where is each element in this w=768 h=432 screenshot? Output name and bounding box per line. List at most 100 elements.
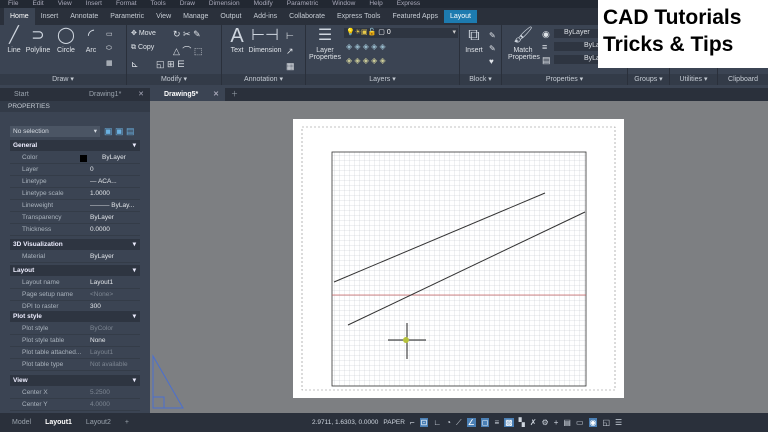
properties-panel-title[interactable]: Properties ▾ (502, 74, 627, 85)
property-value[interactable]: — ACA... (90, 176, 117, 188)
tab-layout[interactable]: Layout (443, 10, 477, 23)
mirror-icon[interactable]: △ ⌒ ⬚ (173, 44, 202, 57)
object-snap-icon[interactable]: ◻ (480, 418, 490, 427)
property-value[interactable]: ByColor (90, 323, 113, 335)
menu-insert[interactable]: Insert (86, 0, 102, 8)
menu-parametric[interactable]: Parametric (287, 0, 318, 8)
lineweight-icon[interactable]: ≡ (494, 418, 499, 427)
fullscreen-icon[interactable]: ◱ (602, 418, 610, 427)
menu-help[interactable]: Help (369, 0, 382, 8)
property-row[interactable]: Lineweight ——— ByLay... (10, 200, 140, 212)
layer-properties-button[interactable]: ☰ Layer Properties (308, 27, 342, 61)
layers-panel-title[interactable]: Layers ▾ (306, 74, 459, 85)
draw-panel-title[interactable]: Draw ▾ (0, 74, 126, 85)
selection-cycling-icon[interactable]: ▚ (519, 418, 525, 427)
color-dropdown[interactable]: ByLayer (554, 29, 604, 38)
property-row[interactable]: Transparency ByLayer (10, 212, 140, 224)
property-row[interactable]: Center Y 4.0000 (10, 399, 140, 411)
tab-home[interactable]: Home (4, 8, 35, 25)
property-row[interactable]: Layer 0 (10, 164, 140, 176)
doc-tab-start[interactable]: Start (0, 88, 75, 101)
clipboard-panel-title[interactable]: Clipboard (718, 74, 768, 85)
ellipse-icon[interactable]: ⬭ (106, 45, 112, 53)
snap-icon[interactable]: ⊡ (419, 418, 429, 427)
menu-format[interactable]: Format (116, 0, 137, 8)
property-row[interactable]: Material ByLayer (10, 251, 140, 263)
plus-icon[interactable]: + (554, 418, 559, 427)
section-general[interactable]: General (10, 140, 140, 151)
gear-icon[interactable]: ⚙ (542, 418, 549, 427)
menu-express[interactable]: Express (397, 0, 420, 8)
isodraft-icon[interactable]: ∠ (466, 418, 476, 427)
match-properties-button[interactable]: 🖌 Match Properties (508, 27, 540, 61)
arc-button[interactable]: ◜ Arc (80, 27, 102, 54)
drawing-canvas[interactable] (150, 101, 768, 413)
tab-express-tools[interactable]: Express Tools (331, 8, 386, 25)
lineweight-dropdown[interactable]: ByLayer (554, 42, 610, 51)
property-row[interactable]: Page setup name <None> (10, 289, 140, 301)
menu-view[interactable]: View (58, 0, 72, 8)
property-value[interactable]: ByLayer (90, 212, 114, 224)
property-row[interactable]: Thickness 0.0000 (10, 224, 140, 236)
utilities-panel-title[interactable]: Utilities ▾ (670, 74, 717, 85)
property-row[interactable]: Linetype scale 1.0000 (10, 188, 140, 200)
tab-insert[interactable]: Insert (35, 8, 65, 25)
annotation-icon[interactable]: ✗ (530, 418, 537, 427)
tab-collaborate[interactable]: Collaborate (283, 8, 331, 25)
line-button[interactable]: ╱ Line (4, 27, 24, 54)
menu-dimension[interactable]: Dimension (209, 0, 240, 8)
section-view[interactable]: View (10, 375, 140, 386)
menu-edit[interactable]: Edit (32, 0, 43, 8)
tab-output[interactable]: Output (214, 8, 247, 25)
new-tab-button[interactable]: ＋ (225, 88, 245, 101)
rotate-icon[interactable]: ↻ ✂ ✎ (173, 29, 201, 40)
rectangle-icon[interactable]: ▭ (106, 30, 113, 38)
hatch-icon[interactable]: ▦ (106, 59, 113, 67)
property-value[interactable]: ByLayer (90, 251, 114, 263)
isolate-icon[interactable]: ◉ (588, 418, 598, 427)
dimension-button[interactable]: ⊢⊣ Dimension (248, 27, 282, 54)
leader-icon[interactable]: ⊢ ↗ ▦ (286, 29, 295, 74)
close-icon[interactable]: ✕ (138, 88, 144, 101)
property-row[interactable]: Center X 5.2500 (10, 387, 140, 399)
monitor-icon[interactable]: ▭ (576, 418, 584, 427)
ortho-icon[interactable]: ∟ (433, 418, 441, 427)
tab-manage[interactable]: Manage (177, 8, 214, 25)
property-value[interactable]: 0.0000 (90, 224, 110, 236)
text-button[interactable]: A Text (226, 26, 248, 54)
block-tools-icon[interactable]: ✎ ✎ ♥ (489, 29, 496, 68)
layer-tools-icon[interactable]: ◈ ◈ ◈ ◈ ◈ (346, 42, 386, 51)
tab-parametric[interactable]: Parametric (104, 8, 150, 25)
osnap-tracking-icon[interactable]: ⟋ (456, 418, 462, 428)
property-value[interactable]: ——— ByLay... (90, 200, 134, 212)
block-panel-title[interactable]: Block ▾ (460, 74, 501, 85)
property-value[interactable]: <None> (90, 289, 113, 301)
property-row[interactable]: Plot table type Not available (10, 359, 140, 371)
quick-select-icons[interactable]: ▣ ▣ ▤ (104, 126, 135, 137)
transparency-icon[interactable]: ▩ (504, 418, 514, 427)
doc-tab-drawing5[interactable]: Drawing5* ✕ (150, 88, 225, 101)
circle-button[interactable]: ◯ Circle (54, 27, 78, 54)
property-value[interactable]: 1.0000 (90, 188, 110, 200)
linetype-dropdown[interactable]: ByLayer (554, 55, 610, 64)
layer-tools-icon-2[interactable]: ◈ ◈ ◈ ◈ ◈ (346, 56, 386, 65)
tab-layout2[interactable]: Layout2 (86, 419, 111, 426)
polar-icon[interactable]: ◔ (446, 418, 451, 427)
property-value[interactable]: 0 (90, 164, 94, 176)
modify-panel-title[interactable]: Modify ▾ (127, 74, 221, 85)
property-value[interactable]: ByLayer (102, 152, 126, 164)
tab-view[interactable]: View (150, 8, 177, 25)
grid-icon[interactable]: ⌐ (410, 418, 415, 427)
menu-modify[interactable]: Modify (254, 0, 273, 8)
paper-space-toggle[interactable]: PAPER (383, 419, 405, 426)
tab-annotate[interactable]: Annotate (64, 8, 104, 25)
copy-button[interactable]: ⧉ Copy (131, 44, 154, 52)
property-row[interactable]: Layout name Layout1 (10, 277, 140, 289)
tab-layout1[interactable]: Layout1 (45, 419, 72, 426)
move-button[interactable]: ✥ Move (131, 29, 156, 37)
annotation-panel-title[interactable]: Annotation ▾ (222, 74, 305, 85)
layer-dropdown[interactable]: 💡☀▣🔓 ▢ 0 ▾ (344, 28, 458, 38)
property-value[interactable]: 5.2500 (90, 387, 110, 399)
layout-viewport[interactable] (150, 101, 768, 413)
property-value[interactable]: Layout1 (90, 347, 113, 359)
